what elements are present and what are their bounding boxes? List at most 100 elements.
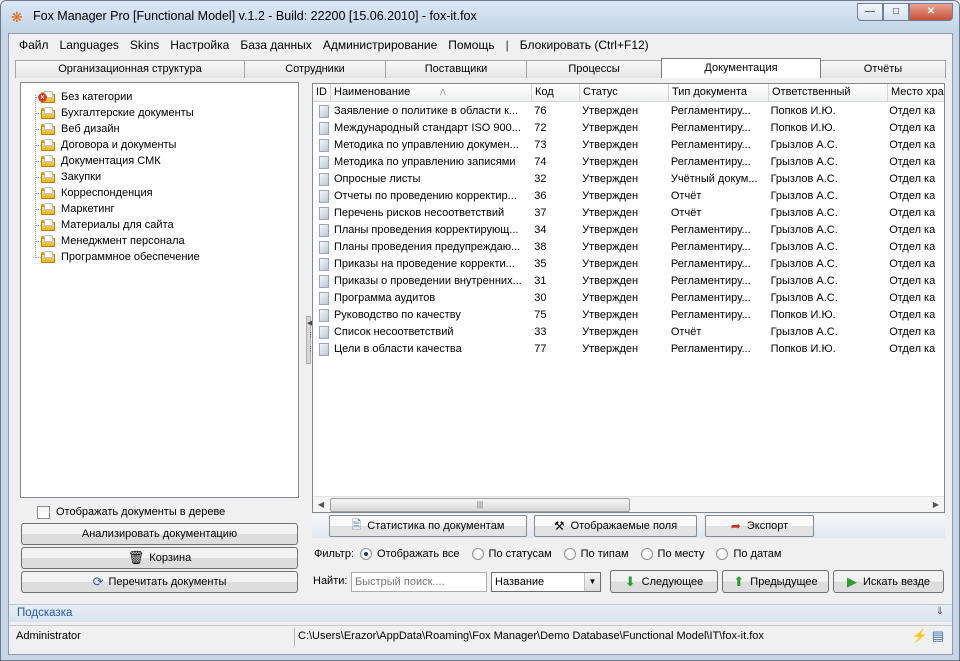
filter-type-radio[interactable]: [563, 548, 576, 560]
splitter-grip[interactable]: ◀ ⋮ ⋮: [306, 316, 314, 364]
maximize-button[interactable]: □: [883, 3, 909, 21]
table-row[interactable]: Планы проведения корректирующ... 34 Утверж…: [313, 222, 944, 239]
network-icon[interactable]: ▤: [932, 628, 944, 644]
table-row[interactable]: Программа аудитов 30 Утвержден Регламентиру…: [313, 290, 944, 307]
filter-type-option[interactable]: По типам: [563, 548, 629, 560]
find-prev-label: Предыдущее: [750, 575, 818, 588]
cell-doc-type: Регламентиру...: [670, 224, 751, 236]
document-icon: [319, 309, 329, 322]
find-prev-button[interactable]: ⬆ Предыдущее: [722, 570, 829, 593]
filter-date-option[interactable]: По датам: [716, 548, 781, 560]
column-header-name[interactable]: Наименование ⋀: [331, 84, 532, 102]
tab-reports[interactable]: Отчёты: [820, 60, 946, 78]
stats-button[interactable]: 🗎 Статистика по документам: [329, 515, 527, 537]
close-button[interactable]: ✕: [909, 3, 953, 21]
tree-item[interactable]: x Без категории: [35, 89, 132, 105]
filter-date-radio[interactable]: [716, 548, 729, 560]
row-doc-cell: [313, 222, 331, 239]
menu-skins[interactable]: Skins: [130, 38, 159, 52]
filter-place-radio[interactable]: [640, 548, 653, 560]
filter-status-option[interactable]: По статусам: [471, 548, 552, 560]
row-doc-cell: [313, 324, 331, 341]
trash-label: Корзина: [149, 552, 192, 564]
chevron-down-icon[interactable]: ▼: [584, 573, 600, 591]
tab-documentation[interactable]: Документация: [661, 58, 821, 78]
cell-status: Утвержден: [582, 326, 639, 338]
tree-item[interactable]: Закупки: [35, 169, 101, 185]
tree-item[interactable]: Документация СМК: [35, 153, 161, 169]
column-header-status[interactable]: Статус: [580, 84, 669, 102]
filter-all-option[interactable]: Отображать все: [360, 548, 460, 560]
table-row[interactable]: Приказы о проведении внутренних... 31 Утве…: [313, 273, 944, 290]
menu-lock[interactable]: Блокировать (Ctrl+F12): [520, 38, 649, 52]
analyze-docs-button[interactable]: Анализировать документацию: [21, 523, 298, 545]
category-tree[interactable]: x Без категории Бухгалтерские документы Веб…: [20, 82, 299, 498]
trash-button[interactable]: 🗑 Корзина: [21, 547, 298, 569]
menu-languages[interactable]: Languages: [60, 38, 119, 52]
tree-item[interactable]: Веб дизайн: [35, 121, 120, 137]
tab-employees[interactable]: Сотрудники: [244, 60, 386, 78]
lightning-icon[interactable]: ⚡: [912, 628, 928, 644]
row-doc-cell: [313, 273, 331, 290]
column-header-doc-type[interactable]: Тип документа: [669, 84, 769, 102]
hint-bar[interactable]: Подсказка ⇓: [9, 604, 952, 622]
scroll-right-icon[interactable]: ▶: [928, 497, 944, 512]
table-row[interactable]: Список несоответствий 33 Утвержден Отчёт Гры…: [313, 324, 944, 341]
cell-location: Отдел ка: [889, 292, 936, 304]
tree-item[interactable]: Договора и документы: [35, 137, 176, 153]
row-doc-cell: [313, 120, 331, 137]
search-field-select[interactable]: Название ▼: [491, 572, 601, 592]
column-header-responsible[interactable]: Ответственный: [769, 84, 888, 102]
filter-place-option[interactable]: По месту: [640, 548, 704, 560]
tree-item[interactable]: Маркетинг: [35, 201, 115, 217]
search-everywhere-button[interactable]: ▶ Искать везде: [833, 570, 944, 593]
menu-database[interactable]: База данных: [240, 38, 311, 52]
tree-item[interactable]: Бухгалтерские документы: [35, 105, 194, 121]
chevron-double-down-icon[interactable]: ⇓: [936, 606, 944, 617]
scroll-left-icon[interactable]: ◀: [313, 497, 329, 512]
menu-settings[interactable]: Настройка: [170, 38, 229, 52]
show-in-tree-option[interactable]: Отображать документы в дереве: [37, 504, 225, 520]
table-row[interactable]: Опросные листы 32 Утвержден Учётный докум..…: [313, 171, 944, 188]
table-row[interactable]: Заявление о политике в области к... 76 Утв…: [313, 103, 944, 120]
tree-item[interactable]: Материалы для сайта: [35, 217, 174, 233]
table-row[interactable]: Методика по управлению записями 74 Утвержд…: [313, 154, 944, 171]
minimize-button[interactable]: —: [857, 3, 883, 21]
find-next-button[interactable]: ⬇ Следующее: [610, 570, 718, 593]
table-row[interactable]: Отчеты по проведению корректир... 36 Утвер…: [313, 188, 944, 205]
scroll-thumb[interactable]: |||: [330, 498, 630, 512]
tree-item-label: Маркетинг: [61, 203, 115, 215]
table-row[interactable]: Методика по управлению докумен... 73 Утвер…: [313, 137, 944, 154]
horizontal-scrollbar[interactable]: ◀ ||| ▶: [313, 496, 944, 512]
title-bar[interactable]: ❋ Fox Manager Pro [Functional Model] v.1…: [1, 1, 959, 33]
column-header-code[interactable]: Код: [532, 84, 580, 102]
documents-grid[interactable]: ID Наименование ⋀ Код Статус Тип докумен…: [312, 83, 945, 513]
table-row[interactable]: Руководство по качеству 75 Утвержден Реглам…: [313, 307, 944, 324]
menu-administration[interactable]: Администрирование: [323, 38, 437, 52]
visible-fields-button[interactable]: ⚒ Отображаемые поля: [534, 515, 697, 537]
menu-help[interactable]: Помощь: [448, 38, 494, 52]
column-header-id[interactable]: ID: [313, 84, 331, 102]
table-row[interactable]: Приказы на проведение корректи... 35 Утвер…: [313, 256, 944, 273]
tree-item-label: Веб дизайн: [61, 123, 120, 135]
cell-name: Планы проведения корректирующ...: [333, 224, 519, 236]
filter-all-radio[interactable]: [360, 548, 373, 560]
reread-docs-button[interactable]: ⟳ Перечитать документы: [21, 571, 298, 593]
tab-processes[interactable]: Процессы: [526, 60, 662, 78]
tab-suppliers[interactable]: Поставщики: [385, 60, 527, 78]
show-in-tree-checkbox[interactable]: [37, 505, 50, 519]
quick-search-input[interactable]: [351, 572, 487, 592]
filter-status-radio[interactable]: [471, 548, 484, 560]
table-row[interactable]: Перечень рисков несоответствий 37 Утвержде…: [313, 205, 944, 222]
export-button[interactable]: ➦ Экспорт: [705, 515, 814, 537]
table-row[interactable]: Планы проведения предупреждаю... 38 Утверж…: [313, 239, 944, 256]
tree-item[interactable]: Менеджмент персонала: [35, 233, 185, 249]
tree-item[interactable]: Корреспонденция: [35, 185, 153, 201]
table-row[interactable]: Цели в области качества 77 Утвержден Реглам…: [313, 341, 944, 358]
cell-code: 32: [534, 173, 547, 185]
tree-item[interactable]: Программное обеспечение: [35, 249, 200, 265]
table-row[interactable]: Международный стандарт ISO 900... 72 Утвер…: [313, 120, 944, 137]
tab-org-structure[interactable]: Организационная структура: [15, 60, 245, 78]
menu-file[interactable]: Файл: [19, 38, 49, 52]
column-header-location[interactable]: Место хра: [888, 84, 944, 102]
